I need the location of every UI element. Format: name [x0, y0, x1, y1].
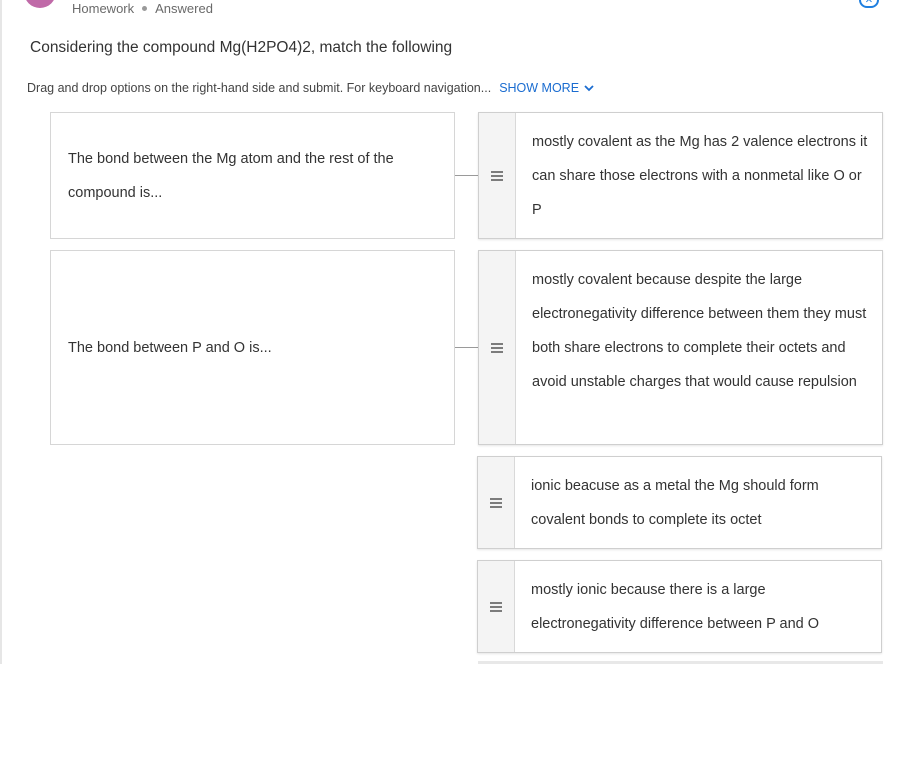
drag-handle-icon [491, 170, 503, 181]
breadcrumb: Homework Answered [72, 1, 213, 16]
drag-handle-icon [490, 601, 502, 612]
drag-handle[interactable] [478, 561, 515, 652]
show-more-label: SHOW MORE [499, 81, 580, 95]
drag-handle[interactable] [479, 113, 516, 238]
question-panel: Homework Answered ✕ Considering the comp… [0, 0, 903, 664]
answer-option-text-1: mostly covalent as the Mg has 2 valence … [532, 134, 868, 218]
breadcrumb-status: Answered [155, 1, 213, 16]
close-icon[interactable]: ✕ [859, 0, 879, 8]
show-more-button[interactable]: SHOW MORE [499, 81, 594, 95]
answer-option-text-4: mostly ionic because there is a large el… [531, 582, 820, 632]
answer-option-3[interactable]: ionic beacuse as a metal the Mg should f… [477, 456, 882, 549]
answer-option-text-3: ionic beacuse as a metal the Mg should f… [531, 478, 819, 528]
question-title: Considering the compound Mg(H2PO4)2, mat… [30, 39, 453, 56]
drag-handle-icon [491, 342, 503, 353]
connector-line-1 [455, 175, 478, 176]
instructions: Drag and drop options on the right-hand … [27, 81, 594, 95]
drag-handle-icon [490, 497, 502, 508]
prompt-box-2: The bond between P and O is... [50, 250, 455, 445]
connector-line-2 [455, 347, 478, 348]
drag-handle[interactable] [478, 457, 515, 548]
breadcrumb-homework[interactable]: Homework [72, 1, 134, 16]
answer-option-1[interactable]: mostly covalent as the Mg has 2 valence … [478, 112, 883, 239]
answer-option-text-2: mostly covalent because despite the larg… [532, 272, 867, 390]
drag-handle[interactable] [479, 251, 516, 444]
separator-dot-icon [142, 6, 148, 11]
prompt-text-2: The bond between P and O is... [68, 340, 272, 356]
answer-option-2[interactable]: mostly covalent because despite the larg… [478, 250, 883, 445]
answer-option-4[interactable]: mostly ionic because there is a large el… [477, 560, 882, 653]
chevron-down-icon [584, 84, 594, 91]
avatar [24, 0, 56, 8]
instructions-text: Drag and drop options on the right-hand … [27, 81, 492, 95]
prompt-text-1: The bond between the Mg atom and the res… [68, 151, 394, 201]
prompt-box-1: The bond between the Mg atom and the res… [50, 112, 455, 239]
next-option-edge [478, 661, 883, 664]
